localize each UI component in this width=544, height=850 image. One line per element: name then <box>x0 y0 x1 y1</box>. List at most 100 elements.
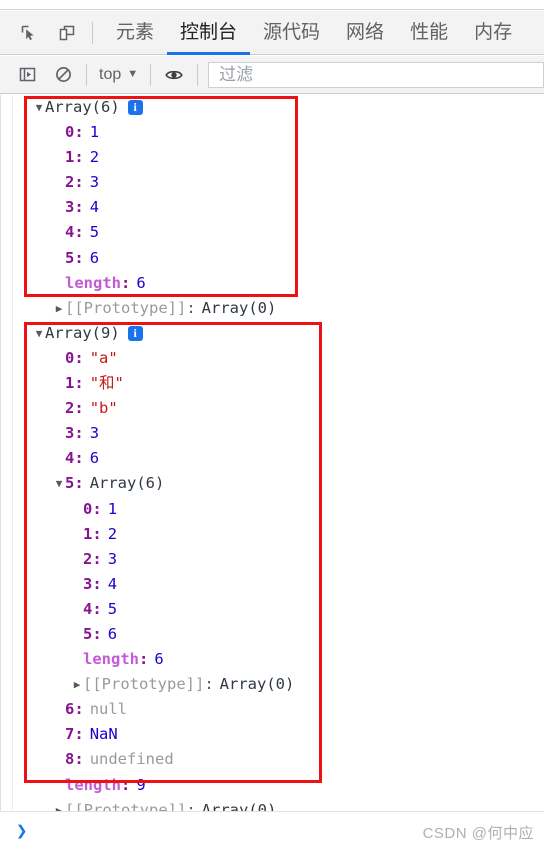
console-row[interactable]: ▶5:6 <box>13 622 544 647</box>
console-row-key: length <box>83 650 139 669</box>
console-row[interactable]: ▶0:1 <box>13 497 544 522</box>
console-row-value: Array(6) <box>45 98 120 116</box>
console-row[interactable]: ▶0:1 <box>13 120 544 145</box>
console-row[interactable]: ▶3:4 <box>13 572 544 597</box>
info-icon[interactable]: i <box>127 325 143 341</box>
tab-network[interactable]: 网络 <box>333 11 397 55</box>
console-row-value: "b" <box>89 399 118 418</box>
console-row-key: 1 <box>83 524 93 543</box>
expand-triangle-open-icon[interactable]: ▼ <box>33 102 45 113</box>
console-row-value: 3 <box>89 173 100 192</box>
console-toolbar: top ▼ <box>0 56 544 94</box>
console-row[interactable]: ▶ [[Prototype]]: Array(0) <box>13 798 544 811</box>
console-gutter <box>1 95 13 811</box>
console-row[interactable]: ▶6: null <box>13 697 544 722</box>
console-row-value: null <box>89 700 128 719</box>
triangle-placeholder: ▶ <box>53 754 65 765</box>
console-row-key: 2 <box>65 399 75 418</box>
triangle-placeholder: ▶ <box>53 780 65 791</box>
console-row[interactable]: ▶4:5 <box>13 597 544 622</box>
triangle-placeholder: ▶ <box>53 428 65 439</box>
console-row[interactable]: ▶0: "a" <box>13 346 544 371</box>
console-row[interactable]: ▶3:4 <box>13 195 544 220</box>
console-row[interactable]: ▶1:2 <box>13 522 544 547</box>
console-row-key: 2 <box>65 173 75 192</box>
execution-context-selector[interactable]: top ▼ <box>97 66 140 84</box>
console-row-value: 6 <box>136 273 146 292</box>
inspect-element-icon[interactable] <box>14 18 44 48</box>
expand-triangle-open-icon[interactable]: ▼ <box>33 328 45 339</box>
tab-console[interactable]: 控制台 <box>167 11 250 55</box>
console-row[interactable]: ▶4:6 <box>13 446 544 471</box>
tab-elements[interactable]: 元素 <box>103 11 167 55</box>
console-row-key: [[Prototype]] <box>65 298 187 317</box>
tab-sources[interactable]: 源代码 <box>250 11 333 55</box>
console-row[interactable]: ▶1: "和" <box>13 371 544 396</box>
expand-triangle-closed-icon[interactable]: ▶ <box>71 679 83 690</box>
console-row-value: Array(0) <box>201 800 277 811</box>
console-row-colon: : <box>204 675 214 694</box>
console-row[interactable]: ▶8: undefined <box>13 747 544 772</box>
console-row[interactable]: ▶ [[Prototype]]: Array(0) <box>13 672 544 697</box>
console-row[interactable]: ▶length:9 <box>13 773 544 798</box>
console-row-value: 2 <box>89 148 100 167</box>
console-row-value: 4 <box>107 574 118 593</box>
console-row-value: 1 <box>89 123 100 142</box>
console-row-value: 5 <box>89 223 100 242</box>
console-row-colon: : <box>74 123 84 142</box>
console-filter-input[interactable] <box>217 63 543 86</box>
console-row-key: 3 <box>65 198 75 217</box>
console-row[interactable]: ▼ 5: Array(6) <box>13 471 544 496</box>
console-sidebar-icon[interactable] <box>14 62 40 88</box>
console-row-key: 3 <box>83 574 93 593</box>
console-row[interactable]: ▶5:6 <box>13 246 544 271</box>
console-row-value: 3 <box>107 549 118 568</box>
tab-memory[interactable]: 内存 <box>461 11 525 55</box>
console-output-area[interactable]: ▼Array(6)i▶0:1▶1:2▶2:3▶3:4▶4:5▶5:6▶lengt… <box>0 95 544 811</box>
console-row-key: 0 <box>65 123 75 142</box>
console-row-colon: : <box>121 775 131 794</box>
console-row-value: "a" <box>89 348 118 367</box>
triangle-placeholder: ▶ <box>53 453 65 464</box>
console-row-value: Array(0) <box>201 298 277 317</box>
console-row-colon: : <box>92 549 102 568</box>
console-row[interactable]: ▶length:6 <box>13 647 544 672</box>
clear-console-icon[interactable] <box>50 62 76 88</box>
console-row-key: 3 <box>65 424 75 443</box>
info-icon[interactable]: i <box>127 100 143 116</box>
console-row[interactable]: ▶length:6 <box>13 271 544 296</box>
execution-context-label: top <box>99 65 122 83</box>
console-row-colon: : <box>74 725 84 744</box>
triangle-placeholder: ▶ <box>53 202 65 213</box>
console-row[interactable]: ▼ Array(9) i <box>13 321 544 346</box>
console-row[interactable]: ▶2: "b" <box>13 396 544 421</box>
console-row[interactable]: ▼ Array(6) i <box>13 95 544 120</box>
page-content-strip <box>0 0 544 10</box>
console-row-key: 1 <box>65 148 75 167</box>
console-row[interactable]: ▶2:3 <box>13 170 544 195</box>
console-row[interactable]: ▶3:3 <box>13 421 544 446</box>
expand-triangle-closed-icon[interactable]: ▶ <box>53 303 65 314</box>
watermark-text: CSDN @何中应 <box>422 825 534 842</box>
console-row-colon: : <box>92 599 102 618</box>
console-row-value: 6 <box>107 624 118 643</box>
live-expression-eye-icon[interactable] <box>161 62 187 88</box>
expand-triangle-open-icon[interactable]: ▼ <box>53 478 65 489</box>
triangle-placeholder: ▶ <box>53 378 65 389</box>
console-row-colon: : <box>74 424 84 443</box>
console-row[interactable]: ▶2:3 <box>13 547 544 572</box>
chevron-down-icon: ▼ <box>127 68 139 80</box>
tab-performance[interactable]: 性能 <box>397 11 461 55</box>
console-row-key: 7 <box>65 725 75 744</box>
console-row-key: 5 <box>65 474 75 493</box>
device-toolbar-icon[interactable] <box>52 18 82 48</box>
triangle-placeholder: ▶ <box>71 554 83 565</box>
console-row[interactable]: ▶1:2 <box>13 145 544 170</box>
console-row-value: 4 <box>89 198 100 217</box>
console-row[interactable]: ▶4:5 <box>13 220 544 245</box>
console-filter-box[interactable] <box>208 61 544 88</box>
console-row-key: 8 <box>65 750 75 769</box>
console-row-colon: : <box>74 348 84 367</box>
console-row[interactable]: ▶7: NaN <box>13 722 544 747</box>
console-row[interactable]: ▶ [[Prototype]]: Array(0) <box>13 296 544 321</box>
